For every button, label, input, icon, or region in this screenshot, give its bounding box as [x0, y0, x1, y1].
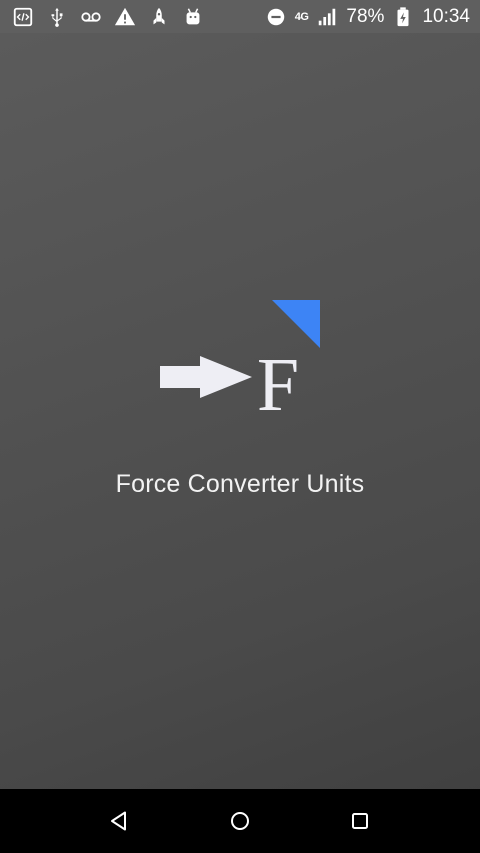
warning-icon: [114, 6, 136, 28]
arrow-icon: [160, 356, 252, 398]
home-icon: [231, 812, 249, 830]
status-bar-system: 4G 78% 10:34: [265, 6, 470, 28]
network-type-label: 4G: [294, 10, 309, 23]
logo-corner-accent: [272, 300, 320, 348]
back-icon: [111, 811, 126, 831]
signal-icon: [316, 6, 338, 28]
splash-screen: 4G 78% 10:34 F Force Converter Units: [0, 0, 480, 853]
app-logo: F: [160, 300, 320, 460]
rocket-icon: [148, 6, 170, 28]
back-button[interactable]: [96, 797, 144, 845]
status-bar-notifications: [12, 6, 204, 28]
logo-letter: F: [257, 343, 299, 427]
recents-button[interactable]: [336, 797, 384, 845]
do-not-disturb-icon: [265, 6, 287, 28]
voicemail-icon: [80, 6, 102, 28]
battery-charging-icon: [392, 6, 414, 28]
status-bar: 4G 78% 10:34: [0, 0, 480, 33]
recents-icon: [352, 813, 368, 829]
android-icon: [182, 6, 204, 28]
usb-icon: [46, 6, 68, 28]
code-icon: [12, 6, 34, 28]
app-title: Force Converter Units: [115, 470, 365, 498]
home-button[interactable]: [216, 797, 264, 845]
navigation-bar: [0, 789, 480, 853]
battery-percent: 78%: [346, 5, 385, 27]
status-clock: 10:34: [422, 5, 470, 27]
